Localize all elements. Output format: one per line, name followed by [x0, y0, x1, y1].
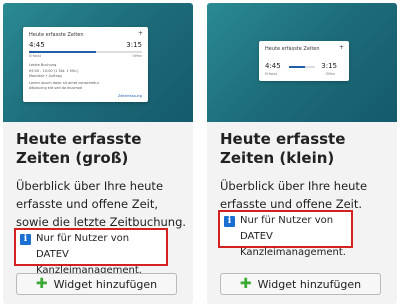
- preview-progress-fill: [289, 66, 305, 68]
- preview-label-left: Erfasst: [265, 72, 278, 76]
- preview-line: 09:00 - 10:00 (1 Std. 1 Min.): [29, 69, 79, 73]
- preview-label-right: Offen: [325, 72, 335, 76]
- card-title: Heute erfasste Zeiten (groß): [16, 130, 142, 167]
- preview-plus-icon: +: [338, 44, 344, 51]
- preview-time-right: 3:15: [126, 41, 142, 49]
- preview-time-right: 3:15: [321, 62, 337, 70]
- notice-text: Nur für Nutzer von DATEV Kanzleimanageme…: [240, 215, 346, 258]
- preview-line: Letzte Buchung: [29, 63, 57, 67]
- widget-preview-area: Heute erfasste Zeiten + 4:45 3:15 Erfass…: [207, 3, 397, 122]
- preview-label-right: Offen: [132, 54, 142, 58]
- card-title: Heute erfasste Zeiten (klein): [220, 130, 346, 167]
- preview-plus-icon: +: [137, 30, 143, 37]
- preview-time-left: 4:45: [29, 41, 45, 49]
- preview-time-left: 4:45: [265, 62, 281, 70]
- notice-box: i Nur für Nutzer von DATEV Kanzleimanage…: [218, 210, 353, 258]
- widget-card-klein: Heute erfasste Zeiten + 4:45 3:15 Erfass…: [207, 3, 397, 304]
- card-description: Überblick über Ihre heute erfasste und o…: [16, 179, 187, 229]
- widget-card-gross: Heute erfasste Zeiten + 4:45 3:15 Erfass…: [3, 3, 193, 304]
- notice-text: Nur für Nutzer von DATEV Kanzleimanageme…: [36, 233, 142, 276]
- widget-preview-large: Heute erfasste Zeiten + 4:45 3:15 Erfass…: [23, 27, 148, 102]
- preview-line: Lorem ipsum dolor sit amet consectetur: [29, 81, 100, 85]
- info-icon: i: [20, 234, 31, 245]
- preview-label-left: Erfasst: [29, 54, 42, 58]
- preview-line: Mandant • Auftrag: [29, 74, 62, 78]
- preview-link: Zeiterfassung: [117, 94, 142, 98]
- add-widget-label: Widget hinzufügen: [257, 277, 362, 291]
- widget-preview-area: Heute erfasste Zeiten + 4:45 3:15 Erfass…: [3, 3, 193, 122]
- card-description: Überblick über Ihre heute erfasste und o…: [220, 179, 368, 211]
- plus-icon: ✚: [35, 276, 48, 292]
- widget-preview-small: Heute erfasste Zeiten + 4:45 3:15 Erfass…: [259, 41, 349, 81]
- preview-line: adipiscing elit sed do eiusmod: [29, 86, 83, 90]
- add-widget-label: Widget hinzufügen: [53, 277, 158, 291]
- info-icon: i: [224, 216, 235, 227]
- preview-progress-fill: [29, 51, 96, 53]
- add-widget-button[interactable]: ✚ Widget hinzufügen: [16, 273, 177, 295]
- preview-title: Heute erfasste Zeiten: [265, 46, 320, 52]
- plus-icon: ✚: [239, 276, 252, 292]
- add-widget-button[interactable]: ✚ Widget hinzufügen: [220, 273, 381, 295]
- notice-box: i Nur für Nutzer von DATEV Kanzleimanage…: [14, 228, 168, 276]
- preview-title: Heute erfasste Zeiten: [29, 32, 84, 38]
